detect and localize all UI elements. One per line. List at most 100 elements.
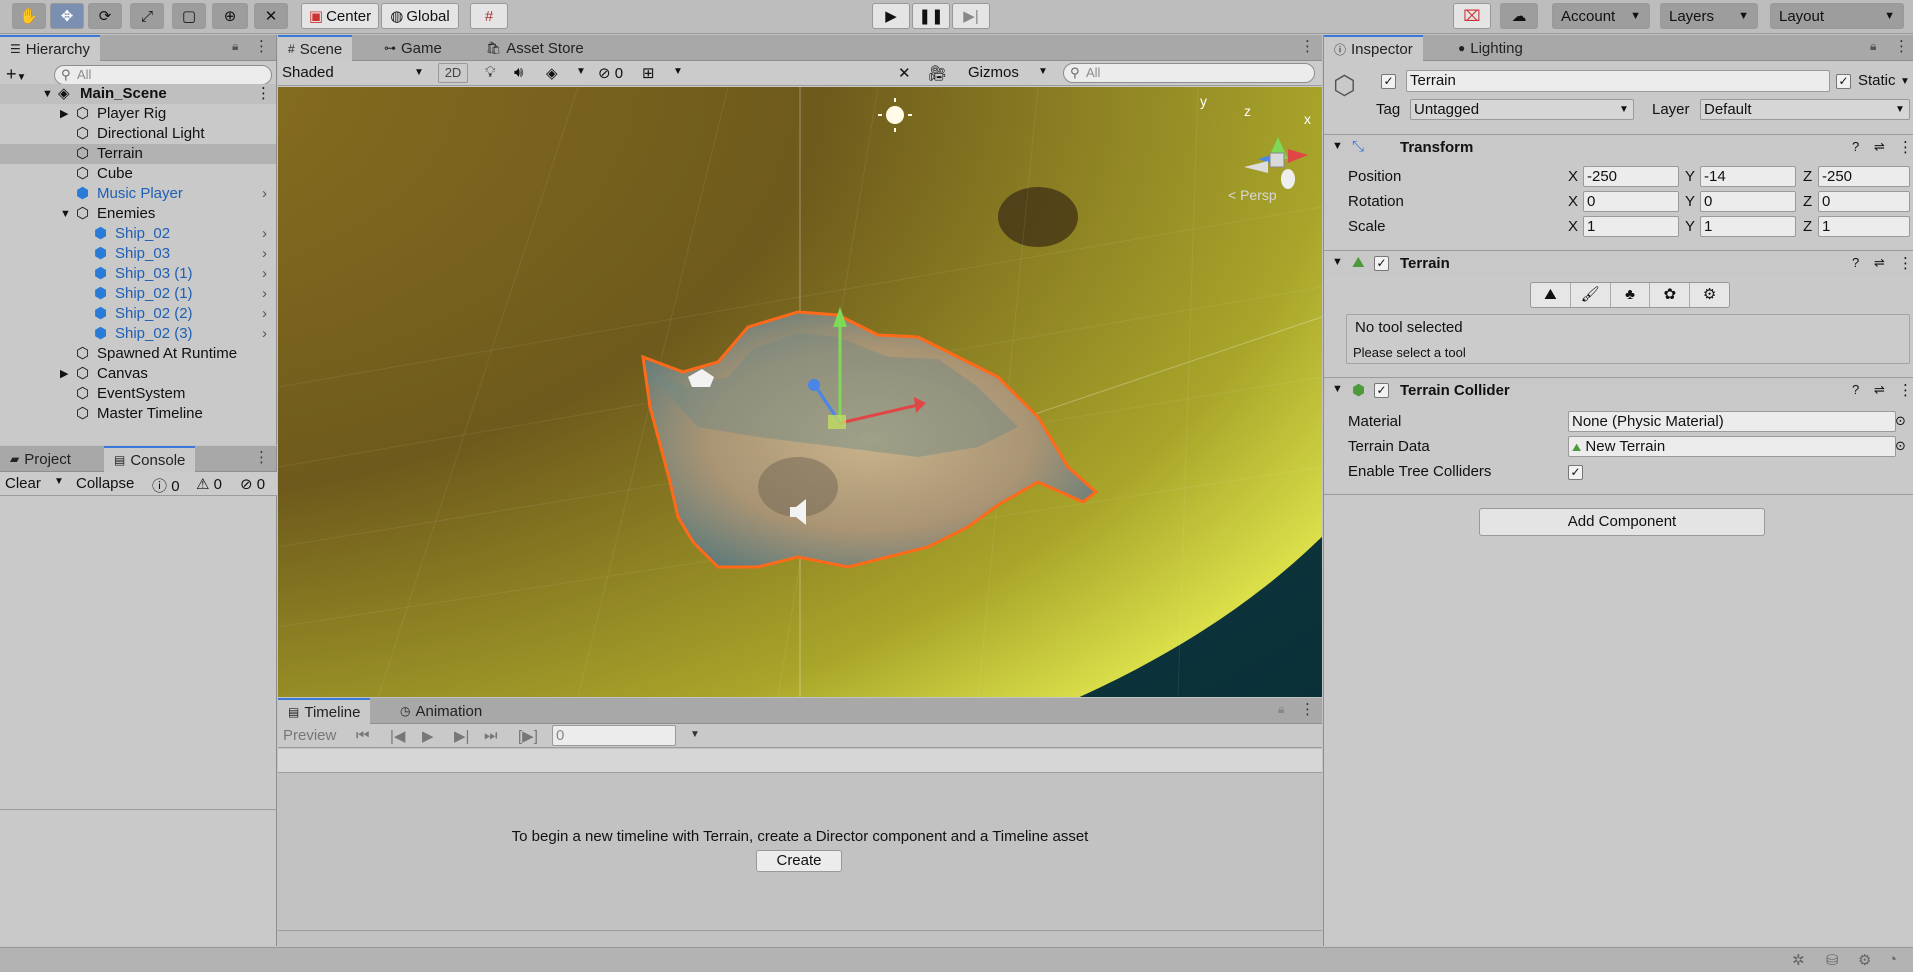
lock-icon[interactable]: 🔒︎ xyxy=(232,39,238,54)
material-field[interactable]: None (Physic Material) xyxy=(1568,411,1896,432)
custom-tool-button[interactable]: ✕ xyxy=(254,3,288,29)
paint-trees-tool[interactable]: ♣ xyxy=(1611,283,1651,307)
lock-icon[interactable]: 🔒︎ xyxy=(1278,702,1284,717)
tag-dropdown[interactable]: Untagged ▼ xyxy=(1410,99,1634,120)
clear-button[interactable]: Clear xyxy=(5,475,41,492)
collapse-arrow-icon[interactable]: ▼ xyxy=(1332,140,1343,152)
active-checkbox[interactable]: ✓ xyxy=(1381,74,1396,89)
next-frame-icon[interactable]: ▶| xyxy=(454,727,469,745)
tab-game[interactable]: ⊶ Game xyxy=(374,35,452,61)
play-button[interactable]: ▶ xyxy=(872,3,910,29)
grid-icon[interactable]: ⊞ xyxy=(642,64,655,82)
transform-header[interactable]: ▼ ⤡ Transform ? ⇌ ⋮ xyxy=(1324,134,1913,160)
bug-icon[interactable]: ✲ xyxy=(1792,951,1805,969)
more-options-icon[interactable]: ⋮ xyxy=(256,84,271,104)
list-item[interactable]: ⬢ Ship_03 › xyxy=(0,244,276,264)
layout-dropdown[interactable]: Layout ▼ xyxy=(1770,3,1904,29)
chevron-down-icon[interactable]: ▼ xyxy=(1038,66,1048,77)
list-item[interactable]: ⬡ Cube xyxy=(0,164,276,184)
first-frame-icon[interactable]: ⏮ xyxy=(356,727,370,744)
rect-tool-button[interactable]: ▢ xyxy=(172,3,206,29)
position-x-field[interactable]: -250 xyxy=(1583,166,1679,187)
chevron-down-icon[interactable]: ▼ xyxy=(1900,76,1910,87)
gizmos-dropdown[interactable]: Gizmos xyxy=(968,64,1019,81)
camera-icon[interactable]: 🎥︎ xyxy=(928,64,947,82)
effects-icon[interactable]: ◈ xyxy=(546,64,558,82)
list-item[interactable]: ⬡ Directional Light xyxy=(0,124,276,144)
list-item-selected[interactable]: ⬡ Terrain xyxy=(0,144,276,164)
object-picker-icon[interactable]: ⊙ xyxy=(1895,413,1906,429)
paint-details-tool[interactable]: ✿ xyxy=(1650,283,1691,307)
expand-arrow-icon[interactable]: ▶ xyxy=(60,364,68,384)
pivot-center-button[interactable]: ▣ Center xyxy=(301,3,379,29)
lightbulb-icon[interactable]: 💡︎ xyxy=(485,64,496,81)
list-item[interactable]: ⬢ Ship_02 (1) › xyxy=(0,284,276,304)
projection-toggle[interactable]: < Persp xyxy=(1228,187,1277,203)
tab-inspector[interactable]: ⓘ Inspector xyxy=(1324,35,1423,61)
chevron-down-icon[interactable]: ▼ xyxy=(690,729,700,740)
create-button[interactable]: +▼ xyxy=(6,64,26,85)
hidden-objects-toggle[interactable]: ⊘ 0 xyxy=(598,64,623,82)
list-item[interactable]: ⬢ Music Player › xyxy=(0,184,276,204)
chevron-right-icon[interactable]: › xyxy=(262,304,267,324)
collapse-arrow-icon[interactable]: ▼ xyxy=(1332,256,1343,268)
add-component-button[interactable]: Add Component xyxy=(1479,508,1765,536)
help-icon[interactable]: ? xyxy=(1852,382,1859,397)
terrain-component-header[interactable]: ▼ ⛰ ✓ Terrain ? ⇌ ⋮ xyxy=(1324,250,1913,276)
layers-dropdown[interactable]: Layers ▼ xyxy=(1660,3,1758,29)
preset-icon[interactable]: ⇌ xyxy=(1874,382,1885,398)
tab-project[interactable]: ▰ Project xyxy=(0,446,81,472)
tab-asset-store[interactable]: 🛍︎ Asset Store xyxy=(476,35,594,61)
play-range-icon[interactable]: [▶] xyxy=(518,727,538,745)
scale-x-field[interactable]: 1 xyxy=(1583,216,1679,237)
chevron-down-icon[interactable]: ▼ xyxy=(576,66,586,77)
list-item[interactable]: ⬢ Ship_02 › xyxy=(0,224,276,244)
preset-icon[interactable]: ⇌ xyxy=(1874,139,1885,155)
gizmo-center[interactable] xyxy=(828,415,846,429)
gizmo-z-handle[interactable] xyxy=(808,379,820,391)
paint-terrain-tool[interactable]: 🖌︎ xyxy=(1571,283,1611,307)
list-item[interactable]: ▼ ⬡ Enemies xyxy=(0,204,276,224)
more-options-icon[interactable]: ⋮ xyxy=(1898,254,1913,272)
2d-toggle-button[interactable]: 2D xyxy=(438,63,468,83)
object-name-field[interactable]: Terrain xyxy=(1406,70,1830,92)
scale-z-field[interactable]: 1 xyxy=(1818,216,1910,237)
step-button[interactable]: ▶| xyxy=(952,3,990,29)
move-tool-button[interactable]: ✥ xyxy=(50,3,84,29)
progress-icon[interactable]: ◔ xyxy=(1888,951,1897,968)
collapse-button[interactable]: Collapse xyxy=(76,475,134,492)
list-item[interactable]: ⬢ Ship_02 (2) › xyxy=(0,304,276,324)
chevron-down-icon[interactable]: ▼ xyxy=(54,476,64,487)
tools-icon[interactable]: ✕ xyxy=(898,64,911,82)
sun-light-icon[interactable] xyxy=(886,106,904,124)
collider-enabled-checkbox[interactable]: ✓ xyxy=(1374,383,1389,398)
snap-button[interactable]: # xyxy=(470,3,508,29)
tab-timeline[interactable]: ▤ Timeline xyxy=(278,698,371,724)
list-item[interactable]: ⬡ Master Timeline xyxy=(0,404,276,424)
list-item[interactable]: ▶ ⬡ Canvas xyxy=(0,364,276,384)
list-item[interactable]: ⬡ Spawned At Runtime xyxy=(0,344,276,364)
terrain-collider-header[interactable]: ▼ ⬢ ✓ Terrain Collider ? ⇌ ⋮ xyxy=(1324,377,1913,403)
scene-viewport[interactable]: y x z < Persp xyxy=(278,87,1322,697)
pivot-global-button[interactable]: ◍ Global xyxy=(381,3,459,29)
terrain-settings-tool[interactable]: ⚙ xyxy=(1690,283,1729,307)
preview-button[interactable]: Preview xyxy=(283,727,336,744)
enable-tree-colliders-checkbox[interactable]: ✓ xyxy=(1568,465,1583,480)
position-z-field[interactable]: -250 xyxy=(1818,166,1910,187)
static-checkbox[interactable]: ✓ xyxy=(1836,74,1851,89)
more-options-icon[interactable]: ⋮ xyxy=(1898,138,1913,156)
account-dropdown[interactable]: Account ▼ xyxy=(1552,3,1650,29)
list-item[interactable]: ⬢ Ship_03 (1) › xyxy=(0,264,276,284)
raise-terrain-tool[interactable]: ⛰ xyxy=(1531,283,1571,307)
scene-search-input[interactable]: ⚲ All xyxy=(1063,63,1315,83)
tab-console[interactable]: ▤ Console xyxy=(104,446,196,472)
lock-icon[interactable]: 🔒︎ xyxy=(1870,39,1876,54)
expand-arrow-icon[interactable]: ▼ xyxy=(42,84,53,104)
more-options-icon[interactable]: ⋮ xyxy=(254,37,269,55)
more-options-icon[interactable]: ⋮ xyxy=(1300,700,1315,718)
hierarchy-search-input[interactable]: ⚲ All xyxy=(54,65,272,85)
layer-dropdown[interactable]: Default ▼ xyxy=(1700,99,1910,120)
chevron-right-icon[interactable]: › xyxy=(262,324,267,344)
list-item[interactable]: ⬡ EventSystem xyxy=(0,384,276,404)
help-icon[interactable]: ? xyxy=(1852,139,1859,154)
